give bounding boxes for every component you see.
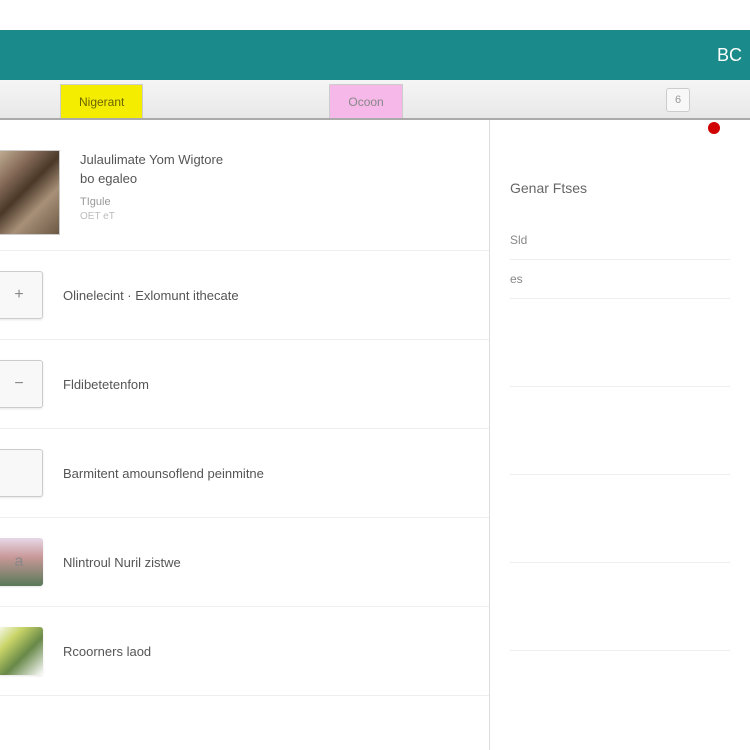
- list-item-label: Fldibetetenfom: [63, 377, 149, 392]
- hero-item[interactable]: Julaulimate Yom Wigtore bo egaleo TIgule…: [0, 120, 489, 251]
- window-topbar: [0, 0, 750, 30]
- minus-icon[interactable]: −: [0, 360, 43, 408]
- header-right-label: BC: [717, 45, 742, 66]
- badge-value: 6: [675, 94, 681, 106]
- list-item[interactable]: + Olinelecint · Exlomunt ithecate: [0, 251, 489, 340]
- thumbnail-icon[interactable]: [0, 627, 43, 675]
- hero-meta-secondary: OET eT: [80, 211, 223, 222]
- side-panel-title: Genar Ftses: [510, 180, 730, 196]
- main-column: Julaulimate Yom Wigtore bo egaleo TIgule…: [0, 120, 490, 750]
- list-item-label: Barmitent amounsoflend peinmitne: [63, 466, 264, 481]
- list-item-label: Rcoorners laod: [63, 644, 151, 659]
- plus-icon[interactable]: +: [0, 271, 43, 319]
- side-list-item[interactable]: Sld: [510, 221, 730, 260]
- grid-row: [510, 387, 730, 475]
- side-column: Genar Ftses Sld es: [490, 120, 750, 750]
- thumbnail-icon[interactable]: a: [0, 538, 43, 586]
- hero-text-block: Julaulimate Yom Wigtore bo egaleo TIgule…: [80, 150, 223, 235]
- tab-label: Nigerant: [79, 95, 124, 109]
- hero-subtitle: bo egaleo: [80, 171, 223, 186]
- list-item[interactable]: − Fldibetetenfom: [0, 340, 489, 429]
- list-item[interactable]: Barmitent amounsoflend peinmitne: [0, 429, 489, 518]
- hero-meta-primary: TIgule: [80, 196, 223, 208]
- grid-row: [510, 299, 730, 387]
- side-list-item[interactable]: es: [510, 260, 730, 299]
- empty-box-icon[interactable]: [0, 449, 43, 497]
- tab-label: Ocoon: [348, 95, 383, 109]
- grid-row: [510, 475, 730, 563]
- list-item-label: Olinelecint · Exlomunt ithecate: [63, 288, 239, 303]
- notification-dot-icon[interactable]: [708, 122, 720, 134]
- tab-primary[interactable]: Nigerant: [60, 84, 143, 118]
- header-bar: BC: [0, 30, 750, 80]
- tab-badge[interactable]: 6: [666, 88, 690, 112]
- tab-strip: Nigerant Ocoon 6: [0, 80, 750, 120]
- list-item[interactable]: a Nlintroul Nuril zistwe: [0, 518, 489, 607]
- hero-thumbnail-icon: [0, 150, 60, 235]
- tab-secondary[interactable]: Ocoon: [329, 84, 402, 118]
- list-item[interactable]: Rcoorners laod: [0, 607, 489, 696]
- hero-title: Julaulimate Yom Wigtore: [80, 152, 223, 167]
- content-area: Julaulimate Yom Wigtore bo egaleo TIgule…: [0, 120, 750, 750]
- grid-row: [510, 563, 730, 651]
- list-item-label: Nlintroul Nuril zistwe: [63, 555, 181, 570]
